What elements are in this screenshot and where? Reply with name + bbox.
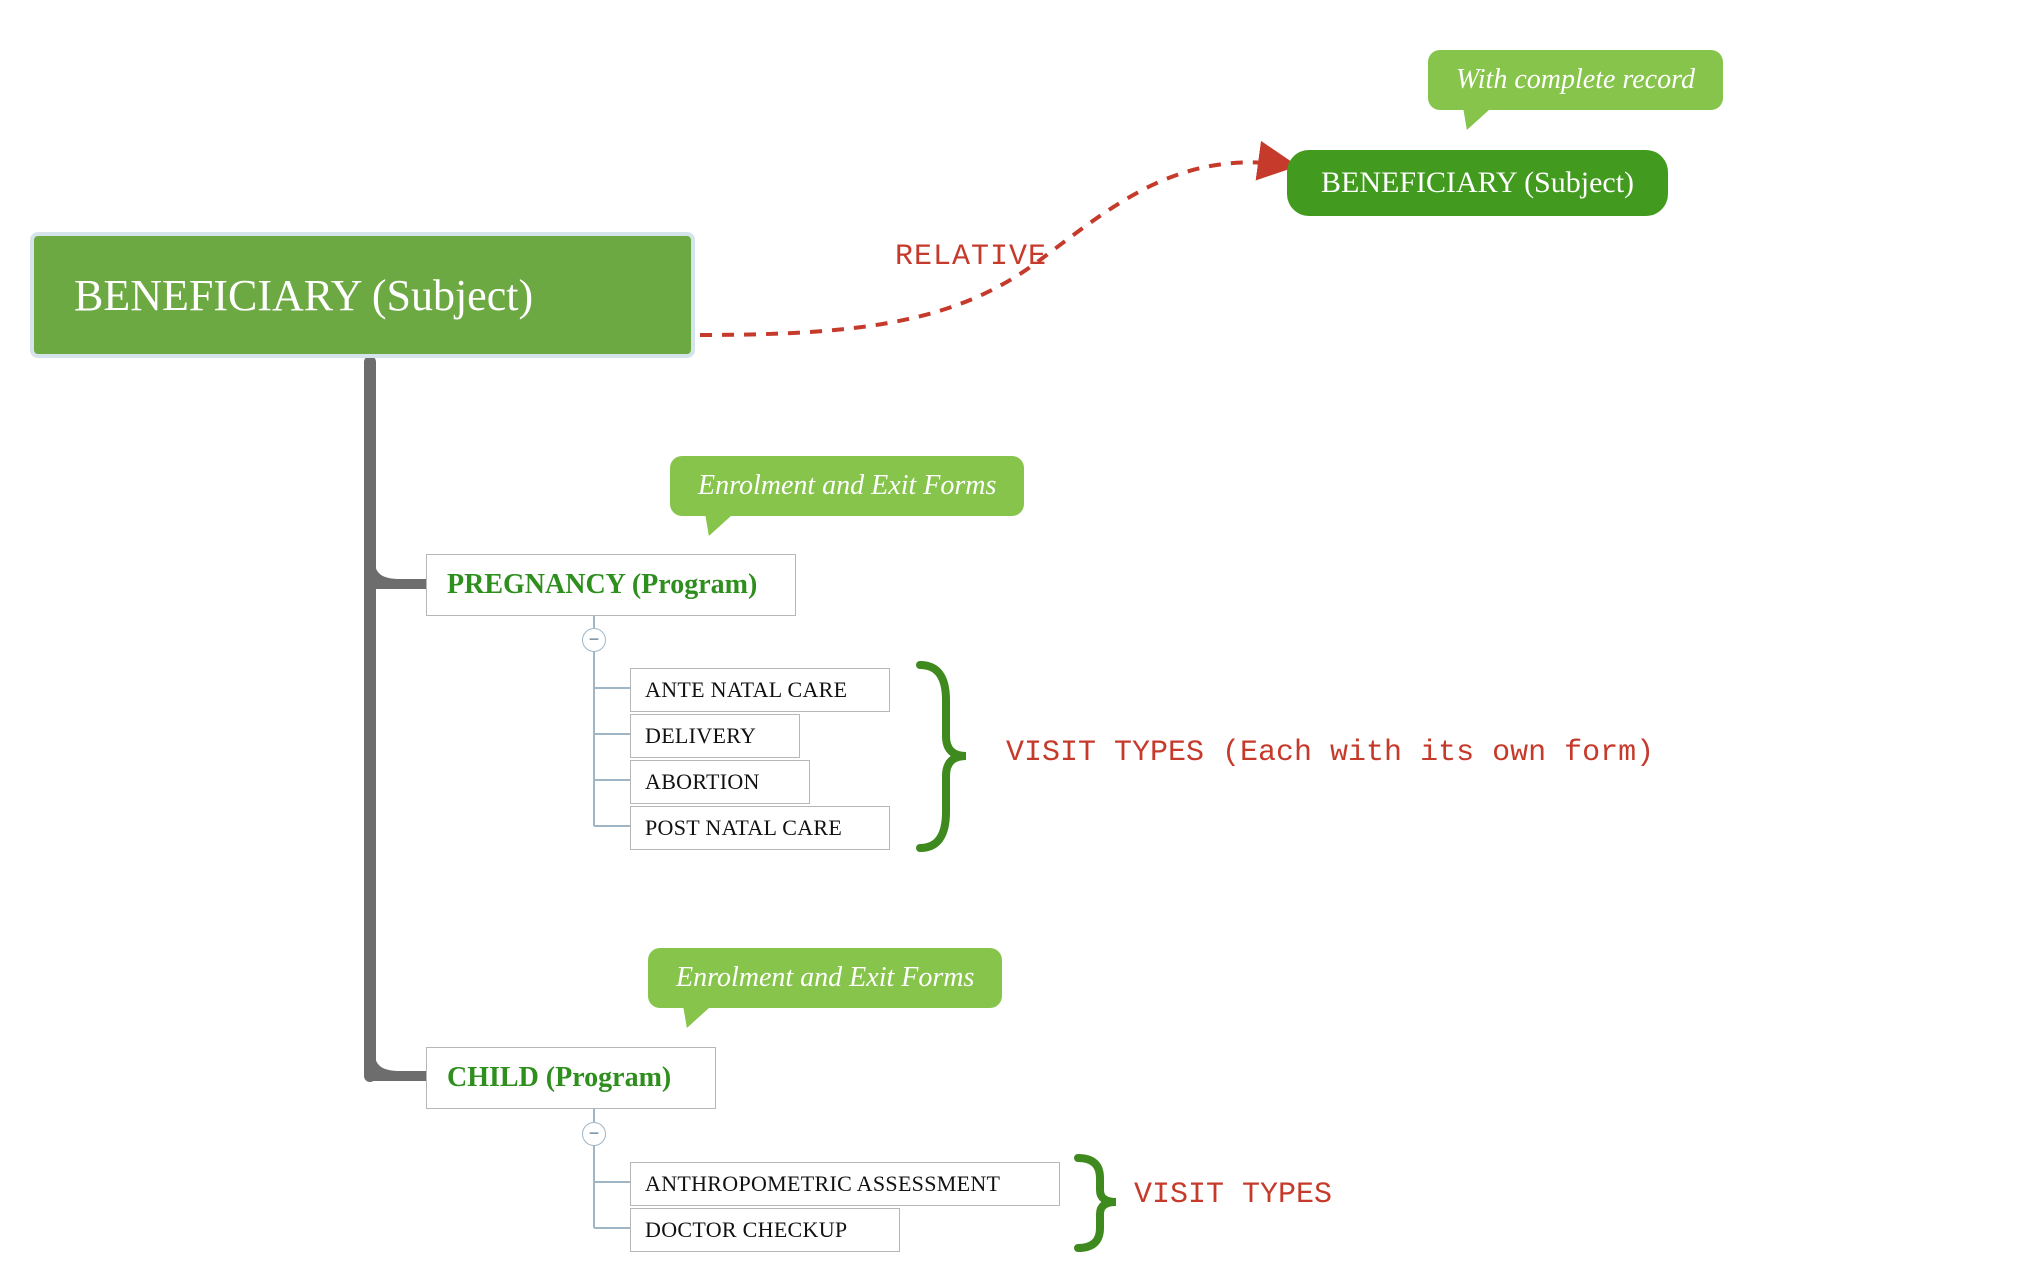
program-label: CHILD (Program) (447, 1062, 671, 1093)
callout-child-forms: Enrolment and Exit Forms (648, 948, 1002, 1008)
callout-tail (1453, 108, 1491, 130)
program-box-pregnancy: PREGNANCY (Program) (426, 554, 796, 616)
program-box-child: CHILD (Program) (426, 1047, 716, 1109)
visit-type-box: ANTHROPOMETRIC ASSESSMENT (630, 1162, 1060, 1206)
diagram-connectors (0, 0, 2040, 1274)
toggle-glyph: − (589, 629, 600, 649)
visit-type-box: DELIVERY (630, 714, 800, 758)
collapse-toggle-icon[interactable]: − (582, 1122, 606, 1146)
visit-types-annotation: VISIT TYPES (Each with its own form) (1006, 736, 1654, 770)
related-subject-label: BENEFICIARY (Subject) (1321, 166, 1634, 199)
annotation-text: VISIT TYPES (Each with its own form) (1006, 736, 1654, 770)
visit-label: ANTE NATAL CARE (645, 677, 847, 702)
program-label: PREGNANCY (Program) (447, 569, 757, 600)
visit-type-box: POST NATAL CARE (630, 806, 890, 850)
relation-label-text: RELATIVE (895, 240, 1047, 274)
root-subject-label: BENEFICIARY (Subject) (74, 270, 533, 321)
visit-type-box: ANTE NATAL CARE (630, 668, 890, 712)
relation-label: RELATIVE (895, 240, 1047, 274)
related-subject-pill: BENEFICIARY (Subject) (1287, 150, 1668, 216)
visit-types-annotation: VISIT TYPES (1134, 1178, 1332, 1212)
collapse-toggle-icon[interactable]: − (582, 628, 606, 652)
annotation-text: VISIT TYPES (1134, 1178, 1332, 1212)
callout-complete-record: With complete record (1428, 50, 1723, 110)
visit-label: ABORTION (645, 769, 760, 794)
visit-label: DOCTOR CHECKUP (645, 1217, 847, 1242)
callout-text: Enrolment and Exit Forms (698, 470, 996, 501)
callout-pregnancy-forms: Enrolment and Exit Forms (670, 456, 1024, 516)
visit-type-box: ABORTION (630, 760, 810, 804)
callout-text: With complete record (1456, 64, 1695, 95)
callout-text: Enrolment and Exit Forms (676, 962, 974, 993)
visit-type-box: DOCTOR CHECKUP (630, 1208, 900, 1252)
visit-label: DELIVERY (645, 723, 756, 748)
visit-label: ANTHROPOMETRIC ASSESSMENT (645, 1171, 1000, 1196)
toggle-glyph: − (589, 1123, 600, 1143)
callout-tail (695, 514, 733, 536)
visit-label: POST NATAL CARE (645, 815, 842, 840)
root-subject-box: BENEFICIARY (Subject) (30, 232, 695, 358)
callout-tail (673, 1006, 711, 1028)
